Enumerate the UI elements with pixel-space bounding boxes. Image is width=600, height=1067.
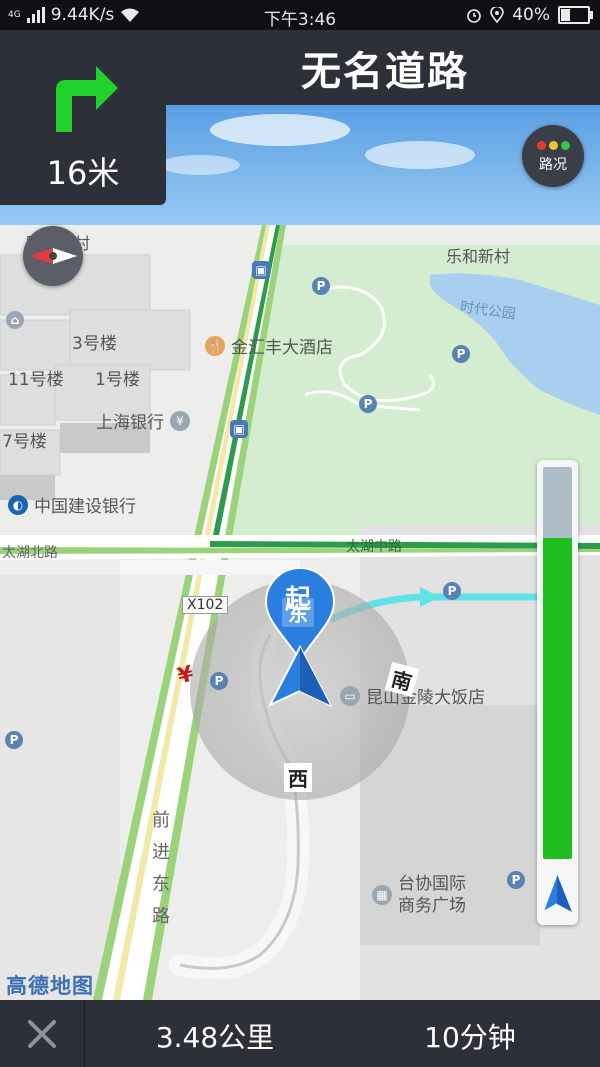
- alarm-icon: [467, 9, 482, 23]
- poi-b7: 7号楼: [2, 432, 47, 452]
- bus-stop-icon[interactable]: ▣: [230, 420, 248, 438]
- progress-fill: [543, 537, 572, 859]
- nav-footer: 3.48公里 10分钟: [0, 1000, 600, 1067]
- traffic-button-label: 路况: [539, 157, 567, 173]
- progress-vehicle-icon: [541, 872, 574, 914]
- traffic-toggle-button[interactable]: 路况: [522, 125, 584, 187]
- bank-icon: ¥: [170, 410, 190, 431]
- road-qianjin-east: 前进东路: [149, 810, 170, 938]
- parking-icon[interactable]: P: [452, 345, 470, 363]
- location-icon: [490, 7, 505, 23]
- parking-icon[interactable]: P: [210, 672, 228, 690]
- road-taihu-north: 太湖北路: [2, 545, 58, 561]
- ccb-logo-icon: ◐: [8, 494, 28, 515]
- amap-watermark: 高德地图: [6, 974, 94, 998]
- poi-taixie[interactable]: ▦ 台协国际 商务广场: [372, 873, 466, 917]
- remaining-time: 10分钟: [424, 1021, 516, 1054]
- status-bar: 4G 9.44K/s 下午3:46 40%: [0, 0, 600, 30]
- parking-icon[interactable]: P: [312, 277, 330, 295]
- parking-icon[interactable]: P: [507, 871, 525, 889]
- poi-ccb[interactable]: ◐ 中国建设银行: [8, 492, 136, 517]
- building-icon[interactable]: ⌂: [6, 311, 24, 329]
- compass-button[interactable]: [23, 226, 83, 286]
- parking-icon[interactable]: P: [443, 582, 461, 600]
- poi-jinhui[interactable]: 🍴 金汇丰大酒店: [205, 333, 333, 358]
- poi-jinhui-label: 金汇丰大酒店: [231, 338, 333, 358]
- route-progress-bar: [537, 460, 578, 925]
- poi-taixie-label-2: 商务广场: [398, 896, 466, 916]
- road-taihu-mid: 太湖中路: [346, 539, 402, 555]
- poi-b11: 11号楼: [8, 370, 64, 390]
- map-view[interactable]: 陆巷新村 乐和新村 时代公园 🍴 金汇丰大酒店 3号楼 11号楼 1号楼 7号楼…: [0, 105, 600, 1000]
- poi-lehe[interactable]: 乐和新村: [446, 243, 510, 267]
- poi-ccb-label: 中国建设银行: [34, 497, 136, 517]
- poi-kunshan-hotel-label: 昆山金陵大饭店: [366, 688, 485, 708]
- road-name: 无名道路: [301, 48, 469, 95]
- close-navigation-button[interactable]: [0, 1000, 85, 1067]
- progress-track: [543, 467, 572, 859]
- vehicle-arrow-icon: [268, 645, 332, 708]
- turn-right-arrow-icon: [56, 66, 118, 132]
- building-icon: ▦: [372, 885, 392, 905]
- turn-instruction-panel[interactable]: 16米: [0, 30, 166, 205]
- battery-percent: 40%: [512, 5, 550, 25]
- parking-icon[interactable]: P: [359, 395, 377, 413]
- hotel-icon: ▭: [340, 685, 360, 706]
- traffic-light-icon: [522, 141, 584, 150]
- close-icon: [28, 1020, 56, 1048]
- battery-icon: [558, 6, 593, 24]
- poi-taixie-labels: 台协国际 商务广场: [398, 873, 466, 917]
- compass-west-label: 西: [284, 763, 312, 792]
- turn-distance: 16米: [46, 154, 120, 192]
- remaining-distance: 3.48公里: [155, 1021, 275, 1054]
- poi-b1: 1号楼: [95, 370, 140, 390]
- poi-b3: 3号楼: [72, 334, 117, 354]
- compass-east-label: 东: [282, 598, 314, 627]
- restaurant-icon: 🍴: [205, 335, 225, 356]
- parking-icon[interactable]: P: [5, 731, 23, 749]
- status-right: 40%: [466, 5, 593, 25]
- battery-level: [561, 9, 571, 21]
- compass-needle-icon: [29, 248, 77, 264]
- bus-stop-icon[interactable]: ▣: [252, 261, 270, 279]
- poi-taixie-label: 台协国际: [398, 874, 466, 894]
- poi-shanghai-bank-label: 上海银行: [96, 413, 164, 433]
- road-x102: X102: [182, 596, 229, 614]
- poi-shanghai-bank[interactable]: 上海银行 ¥: [96, 408, 190, 433]
